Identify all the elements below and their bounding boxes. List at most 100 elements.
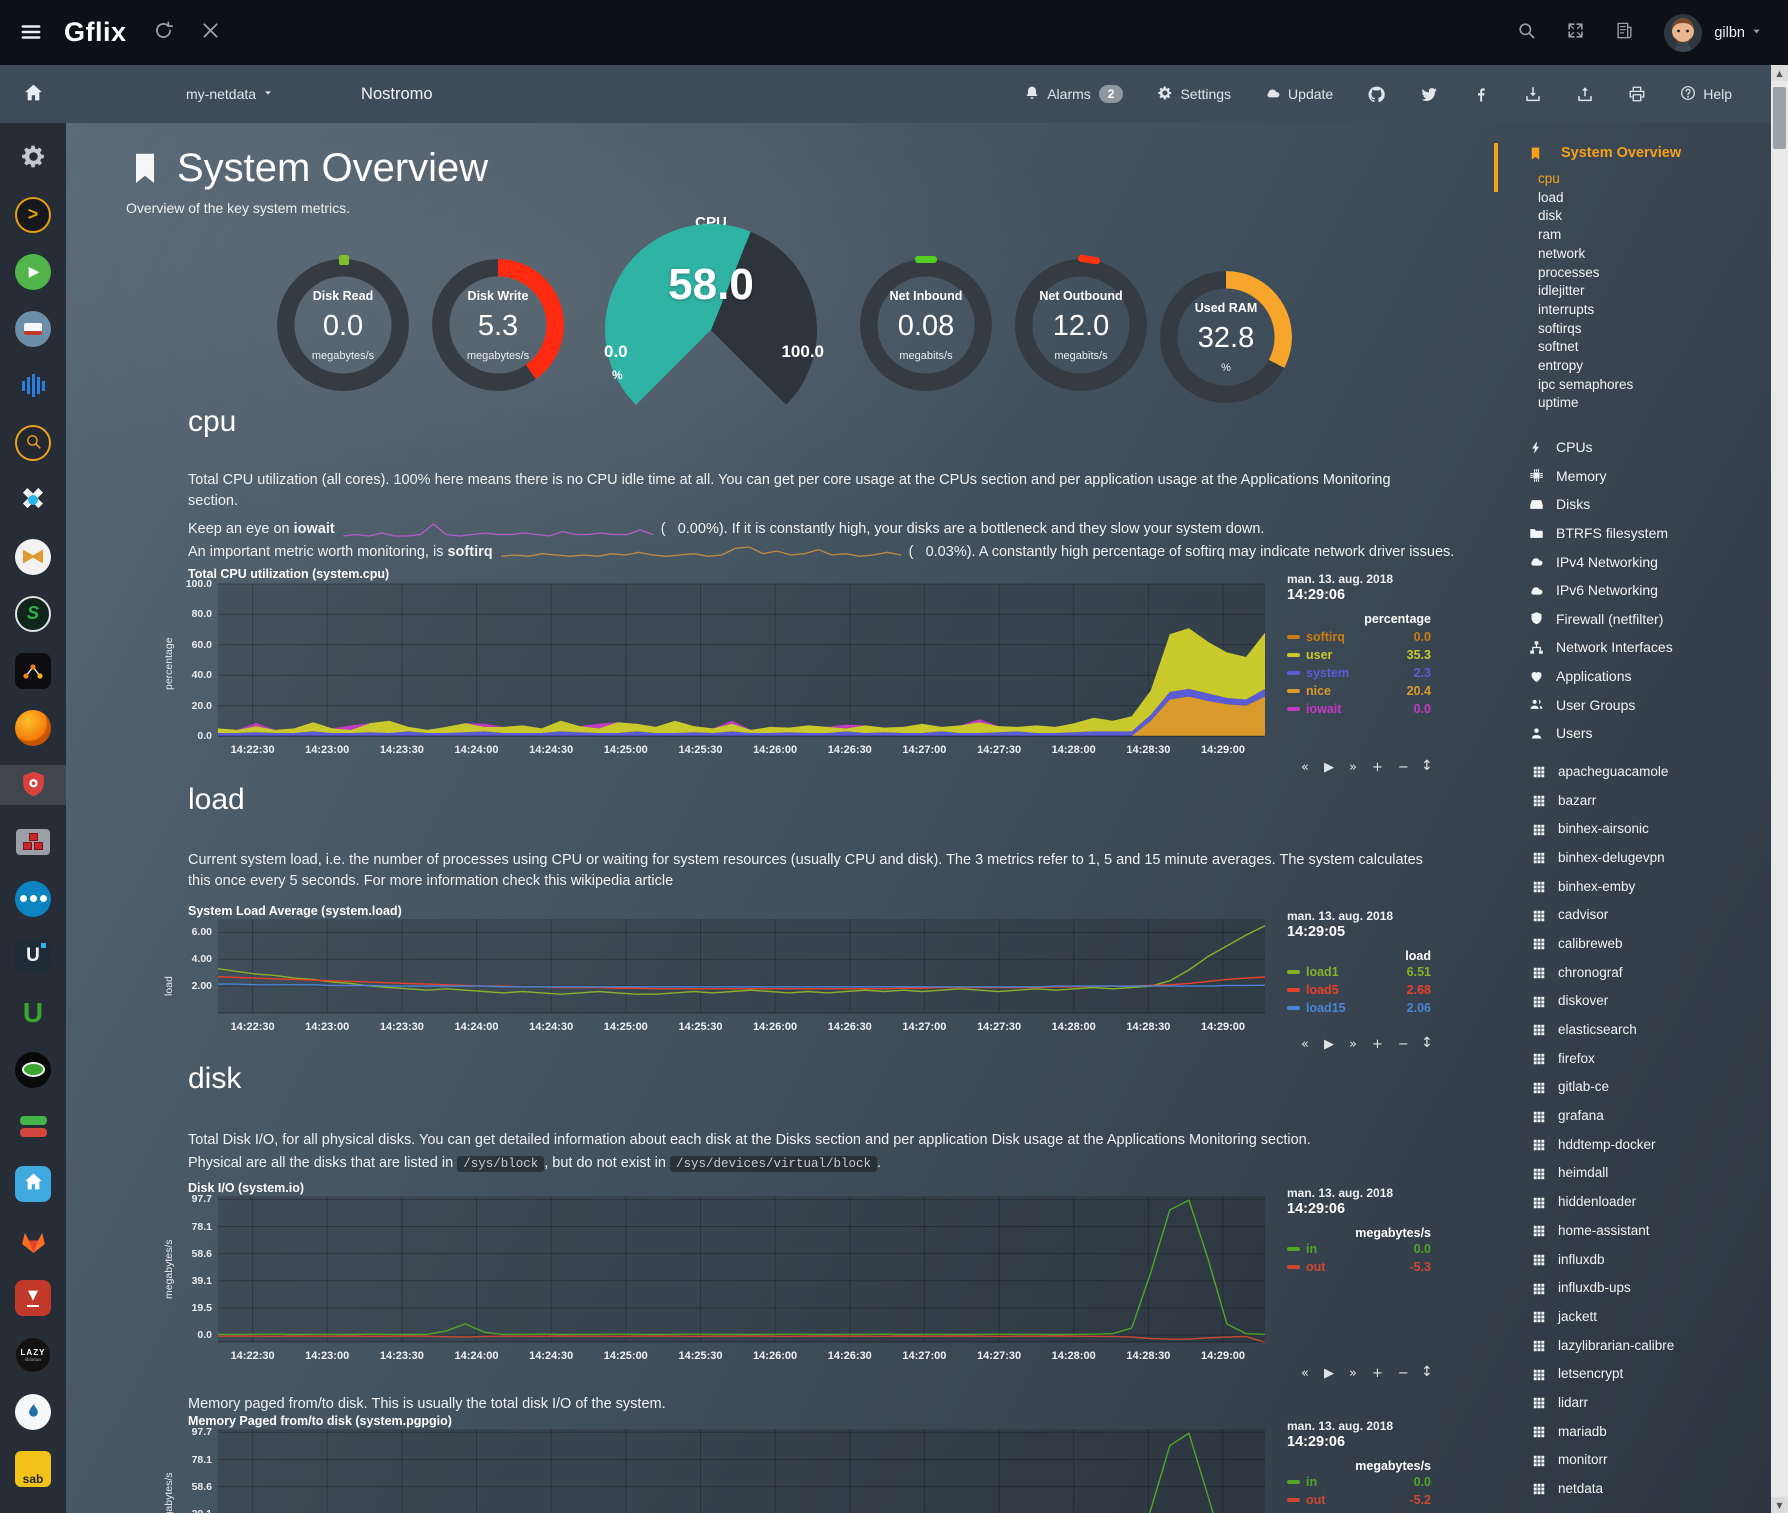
- system.cpu-pan-left-button[interactable]: «: [1301, 760, 1309, 775]
- monitorr-icon[interactable]: [0, 1107, 66, 1147]
- nav-app-heimdall[interactable]: heimdall: [1532, 1159, 1674, 1188]
- wikipedia-link[interactable]: wikipedia article: [571, 873, 673, 889]
- update-button[interactable]: Update: [1265, 85, 1333, 104]
- nav-app-lazylibrarian-calibre[interactable]: lazylibrarian-calibre: [1532, 1331, 1674, 1360]
- menu-icon[interactable]: [20, 20, 42, 46]
- nav-app-binhex-emby[interactable]: binhex-emby: [1532, 872, 1674, 901]
- nav-app-lidarr[interactable]: lidarr: [1532, 1388, 1674, 1417]
- system.cpu-resize-handle[interactable]: ↕: [1421, 758, 1433, 774]
- grafana-icon[interactable]: [0, 708, 66, 748]
- system.io-resize-handle[interactable]: ↕: [1421, 1364, 1433, 1380]
- green-u-app-icon[interactable]: U: [0, 993, 66, 1033]
- nav-section-disks[interactable]: Disks: [1528, 490, 1673, 519]
- scroll-up-button[interactable]: [1771, 65, 1788, 81]
- system.io-play-button[interactable]: ▶: [1324, 1366, 1334, 1381]
- system.io-zoom-in-button[interactable]: +: [1372, 1366, 1383, 1381]
- nav-subitem-load[interactable]: load: [1538, 189, 1633, 208]
- nav-section-user-groups[interactable]: User Groups: [1528, 690, 1673, 719]
- system.cpu-zoom-in-button[interactable]: +: [1372, 760, 1383, 775]
- nav-section-ipv6-networking[interactable]: IPv6 Networking: [1528, 576, 1673, 605]
- system.io-pan-right-button[interactable]: »: [1349, 1366, 1357, 1381]
- system.load-zoom-in-button[interactable]: +: [1372, 1037, 1383, 1052]
- system.load-zoom-out-button[interactable]: −: [1398, 1037, 1409, 1052]
- nav-app-diskover[interactable]: diskover: [1532, 987, 1674, 1016]
- scrollbar[interactable]: [1771, 65, 1788, 1513]
- swirl-app-icon[interactable]: S: [0, 594, 66, 634]
- twitter-icon[interactable]: [1420, 85, 1438, 103]
- close-icon[interactable]: [200, 20, 221, 44]
- search-icon[interactable]: [1517, 21, 1536, 43]
- download-icon[interactable]: [1524, 85, 1542, 103]
- facebook-icon[interactable]: [1472, 85, 1490, 103]
- nav-app-calibreweb[interactable]: calibreweb: [1532, 929, 1674, 958]
- nav-section-memory[interactable]: Memory: [1528, 462, 1673, 491]
- scroll-down-button[interactable]: [1771, 1497, 1788, 1513]
- user-menu-caret-icon[interactable]: [1751, 26, 1762, 38]
- scrollbar-thumb[interactable]: [1773, 87, 1786, 149]
- unifi-icon[interactable]: U: [0, 936, 66, 976]
- drop-app-icon[interactable]: [0, 1392, 66, 1432]
- diskover-icon[interactable]: [0, 651, 66, 691]
- nav-app-hiddenloader[interactable]: hiddenloader: [1532, 1187, 1674, 1216]
- refresh-icon[interactable]: [153, 20, 174, 44]
- nav-app-mariadb[interactable]: mariadb: [1532, 1417, 1674, 1446]
- nav-app-influxdb-ups[interactable]: influxdb-ups: [1532, 1273, 1674, 1302]
- system.io-pan-left-button[interactable]: «: [1301, 1366, 1309, 1381]
- server-dropdown[interactable]: my-netdata: [186, 86, 273, 102]
- print-icon[interactable]: [1628, 85, 1646, 103]
- nav-app-firefox[interactable]: firefox: [1532, 1044, 1674, 1073]
- nav-section-network-interfaces[interactable]: Network Interfaces: [1528, 633, 1673, 662]
- nav-subitem-ipc-semaphores[interactable]: ipc semaphores: [1538, 376, 1633, 395]
- nav-subitem-interrupts[interactable]: interrupts: [1538, 301, 1633, 320]
- nav-section-cpus[interactable]: CPUs: [1528, 433, 1673, 462]
- user-name[interactable]: gilbn: [1714, 25, 1745, 41]
- nav-app-binhex-airsonic[interactable]: binhex-airsonic: [1532, 814, 1674, 843]
- nav-app-hddtemp-docker[interactable]: hddtemp-docker: [1532, 1130, 1674, 1159]
- lazylibrarian-icon[interactable]: LAZYlibrarian: [0, 1335, 66, 1375]
- bazarr-icon[interactable]: [0, 309, 66, 349]
- home-icon[interactable]: [0, 82, 66, 106]
- airsonic-icon[interactable]: [0, 366, 66, 406]
- settings-app-icon[interactable]: [0, 138, 66, 178]
- ytdl-app-icon[interactable]: ▼: [0, 1278, 66, 1318]
- nav-app-elasticsearch[interactable]: elasticsearch: [1532, 1015, 1674, 1044]
- avatar[interactable]: [1664, 14, 1702, 52]
- sabnzbd-icon[interactable]: sab: [0, 1449, 66, 1489]
- dish-app-icon[interactable]: [0, 1050, 66, 1090]
- nav-app-binhex-delugevpn[interactable]: binhex-delugevpn: [1532, 843, 1674, 872]
- nav-section-firewall-netfilter[interactable]: Firewall (netfilter): [1528, 605, 1673, 634]
- nav-subitem-softnet[interactable]: softnet: [1538, 338, 1633, 357]
- nav-section-btrfs-filesystem[interactable]: BTRFS filesystem: [1528, 519, 1673, 548]
- nav-app-apacheguacamole[interactable]: apacheguacamole: [1532, 757, 1674, 786]
- system.io-zoom-out-button[interactable]: −: [1398, 1366, 1409, 1381]
- nav-app-chronograf[interactable]: chronograf: [1532, 958, 1674, 987]
- nav-app-monitorr[interactable]: monitorr: [1532, 1446, 1674, 1475]
- github-icon[interactable]: [1367, 85, 1386, 104]
- home-assistant-icon[interactable]: [0, 1164, 66, 1204]
- nav-subitem-disk[interactable]: disk: [1538, 207, 1633, 226]
- cubes-app-icon[interactable]: [0, 822, 66, 862]
- nav-subitem-idlejitter[interactable]: idlejitter: [1538, 282, 1633, 301]
- nav-subitem-network[interactable]: network: [1538, 245, 1633, 264]
- system.cpu-pan-right-button[interactable]: »: [1349, 760, 1357, 775]
- nav-subitem-cpu[interactable]: cpu: [1538, 170, 1633, 189]
- system.cpu-zoom-out-button[interactable]: −: [1398, 760, 1409, 775]
- system.load-pan-right-button[interactable]: »: [1349, 1037, 1357, 1052]
- system.cpu-play-button[interactable]: ▶: [1324, 760, 1334, 775]
- nav-app-influxdb[interactable]: influxdb: [1532, 1245, 1674, 1274]
- plex-icon[interactable]: >: [0, 195, 66, 235]
- nav-subitem-softirqs[interactable]: softirqs: [1538, 320, 1633, 339]
- nav-subitem-ram[interactable]: ram: [1538, 226, 1633, 245]
- nav-subitem-processes[interactable]: processes: [1538, 264, 1633, 283]
- changelog-icon[interactable]: [1615, 21, 1634, 43]
- nav-section-applications[interactable]: Applications: [1528, 662, 1673, 691]
- jackett-icon[interactable]: [0, 423, 66, 463]
- nav-section-users[interactable]: Users: [1528, 719, 1673, 748]
- nav-app-home-assistant[interactable]: home-assistant: [1532, 1216, 1674, 1245]
- nav-app-bazarr[interactable]: bazarr: [1532, 786, 1674, 815]
- nav-app-jackett[interactable]: jackett: [1532, 1302, 1674, 1331]
- nav-app-gitlab-ce[interactable]: gitlab-ce: [1532, 1073, 1674, 1102]
- heimdall-icon[interactable]: [0, 765, 66, 805]
- nav-app-grafana[interactable]: grafana: [1532, 1101, 1674, 1130]
- system.pgpgio-plot[interactable]: [155, 1413, 1437, 1513]
